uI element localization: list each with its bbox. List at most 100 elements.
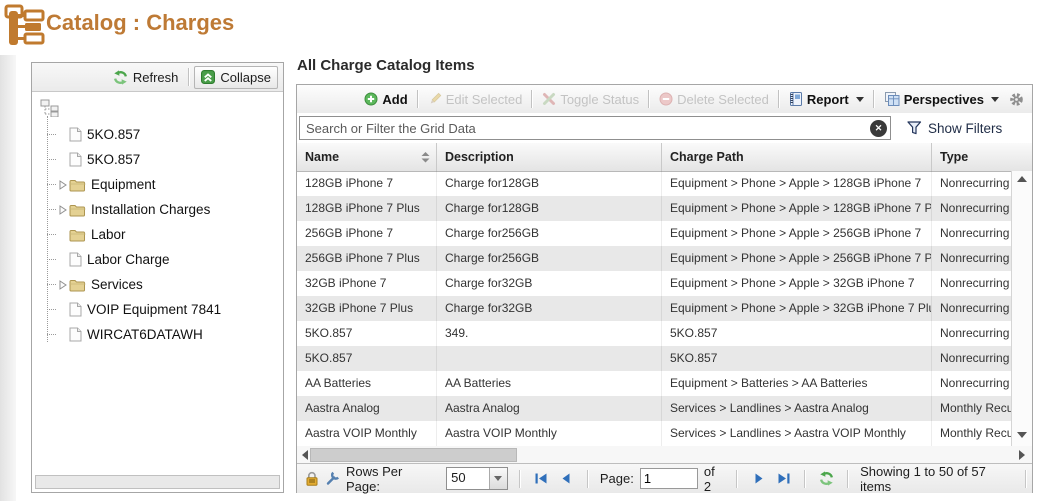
delete-selected-button[interactable]: Delete Selected — [654, 92, 774, 107]
gear-icon — [1009, 92, 1024, 107]
rows-per-page-select[interactable]: 50 — [446, 467, 507, 490]
tree-item[interactable]: Labor Charge — [40, 247, 283, 272]
expander-triangle-icon[interactable] — [56, 280, 69, 290]
clear-search-icon[interactable]: ✕ — [870, 120, 887, 137]
file-icon — [69, 252, 82, 267]
column-header-charge-path[interactable]: Charge Path — [662, 143, 932, 171]
footer-separator — [519, 470, 521, 488]
previous-page-button[interactable] — [557, 469, 576, 489]
horizontal-scroll-thumb[interactable] — [310, 448, 517, 462]
scroll-down-icon[interactable] — [1017, 432, 1027, 438]
tree-connector — [47, 134, 56, 135]
cell-description: Charge for256GB — [437, 246, 662, 271]
cell-charge-path: Equipment > Phone > Apple > 256GB iPhone… — [662, 246, 932, 271]
tree-item-label: 5KO.857 — [87, 127, 140, 142]
tree-item-label: WIRCAT6DATAWH — [87, 327, 203, 342]
first-page-button[interactable] — [532, 469, 551, 489]
edit-icon — [428, 92, 442, 106]
toggle-status-button[interactable]: Toggle Status — [537, 92, 644, 107]
table-row[interactable]: 256GB iPhone 7 PlusCharge for256GBEquipm… — [297, 246, 1012, 271]
cell-name: AA Batteries — [297, 371, 437, 396]
table-row[interactable]: Aastra AnalogAastra AnalogServices > Lan… — [297, 396, 1012, 421]
table-header: Name Description Charge Path Type — [297, 143, 1032, 172]
tree-connector — [47, 259, 56, 260]
column-header-name[interactable]: Name — [297, 143, 437, 171]
last-page-button[interactable] — [774, 469, 793, 489]
table-row[interactable]: 32GB iPhone 7 PlusCharge for32GBEquipmen… — [297, 296, 1012, 321]
table-row[interactable]: 256GB iPhone 7Charge for256GBEquipment >… — [297, 221, 1012, 246]
lock-icon[interactable] — [305, 471, 319, 486]
cell-name: 32GB iPhone 7 — [297, 271, 437, 296]
tree-connector — [47, 184, 56, 185]
column-header-description[interactable]: Description — [437, 143, 662, 171]
sort-icon[interactable] — [421, 152, 430, 163]
tree-item[interactable]: WIRCAT6DATAWH — [40, 322, 283, 347]
wrench-icon[interactable] — [325, 471, 340, 486]
toolbar-separator — [778, 90, 780, 108]
horizontal-scrollbar[interactable] — [297, 446, 1032, 464]
cell-name: Aastra Analog — [297, 396, 437, 421]
cell-charge-path: Equipment > Phone > Apple > 128GB iPhone… — [662, 196, 932, 221]
grid-settings-button[interactable] — [1004, 92, 1026, 107]
column-header-label: Name — [305, 150, 339, 164]
footer-separator — [736, 470, 738, 488]
collapse-icon — [201, 70, 215, 84]
reload-grid-button[interactable] — [817, 469, 836, 489]
perspectives-icon — [884, 92, 900, 107]
tree-item[interactable]: 5KO.857 — [40, 147, 283, 172]
tree-item[interactable]: Labor — [40, 222, 283, 247]
tree-item-label: Services — [91, 277, 143, 292]
scroll-left-icon[interactable] — [302, 450, 308, 460]
tree-item-label: VOIP Equipment 7841 — [87, 302, 221, 317]
table-row[interactable]: 5KO.857349.5KO.857Nonrecurring — [297, 321, 1012, 346]
tree-item[interactable]: Equipment — [40, 172, 283, 197]
table-row[interactable]: 128GB iPhone 7Charge for128GBEquipment >… — [297, 171, 1012, 196]
next-page-button[interactable] — [749, 469, 768, 489]
refresh-button[interactable]: Refresh — [107, 67, 185, 88]
report-menu-button[interactable]: Report — [784, 92, 869, 107]
file-icon — [69, 327, 82, 342]
tree-item[interactable]: Installation Charges — [40, 197, 283, 222]
table-body: 128GB iPhone 7Charge for128GBEquipment >… — [297, 171, 1012, 446]
column-header-type[interactable]: Type — [932, 143, 1032, 171]
tree-item[interactable]: VOIP Equipment 7841 — [40, 297, 283, 322]
show-filters-button[interactable]: Show Filters — [907, 121, 1002, 136]
tree-connector — [47, 284, 56, 285]
tree-connector — [47, 159, 56, 160]
collapse-button[interactable]: Collapse — [194, 66, 278, 89]
edit-selected-button[interactable]: Edit Selected — [423, 92, 528, 107]
search-input[interactable] — [299, 116, 891, 140]
footer-separator — [804, 470, 806, 488]
expander-triangle-icon[interactable] — [56, 205, 69, 215]
cell-name: 32GB iPhone 7 Plus — [297, 296, 437, 321]
add-button[interactable]: Add — [359, 92, 412, 107]
column-header-label: Type — [940, 150, 968, 164]
table-row[interactable]: AA BatteriesAA BatteriesEquipment > Batt… — [297, 371, 1012, 396]
catalog-charges-page: Catalog : Charges Refresh — [0, 0, 1042, 501]
perspectives-menu-button[interactable]: Perspectives — [879, 92, 1004, 107]
footer-separator — [587, 470, 589, 488]
funnel-icon — [907, 121, 922, 135]
page-number-input[interactable] — [640, 468, 698, 489]
tree-item-label: Equipment — [91, 177, 156, 192]
expander-triangle-icon[interactable] — [56, 180, 69, 190]
table-row[interactable]: Aastra VOIP MonthlyAastra VOIP MonthlySe… — [297, 421, 1012, 446]
chevron-down-icon — [489, 468, 507, 489]
cell-name: 256GB iPhone 7 — [297, 221, 437, 246]
tree-connector — [47, 209, 56, 210]
toolbar-separator — [417, 90, 419, 108]
cell-type: Nonrecurring — [932, 221, 1012, 246]
tree-item[interactable]: Services — [40, 272, 283, 297]
cell-type: Nonrecurring — [932, 171, 1012, 196]
cell-name: 256GB iPhone 7 Plus — [297, 246, 437, 271]
tree-item[interactable]: 5KO.857 — [40, 122, 283, 147]
tree-toolbar: Refresh Collapse — [32, 63, 283, 92]
table-row[interactable]: 5KO.8575KO.857Nonrecurring — [297, 346, 1012, 371]
tree-panel-footer — [35, 475, 280, 489]
table-row[interactable]: 32GB iPhone 7Charge for32GBEquipment > P… — [297, 271, 1012, 296]
scroll-right-icon[interactable] — [1019, 450, 1025, 460]
vertical-scrollbar[interactable] — [1011, 171, 1032, 446]
table-row[interactable]: 128GB iPhone 7 PlusCharge for128GBEquipm… — [297, 196, 1012, 221]
cell-name: 128GB iPhone 7 — [297, 171, 437, 196]
scroll-up-icon[interactable] — [1017, 176, 1027, 182]
